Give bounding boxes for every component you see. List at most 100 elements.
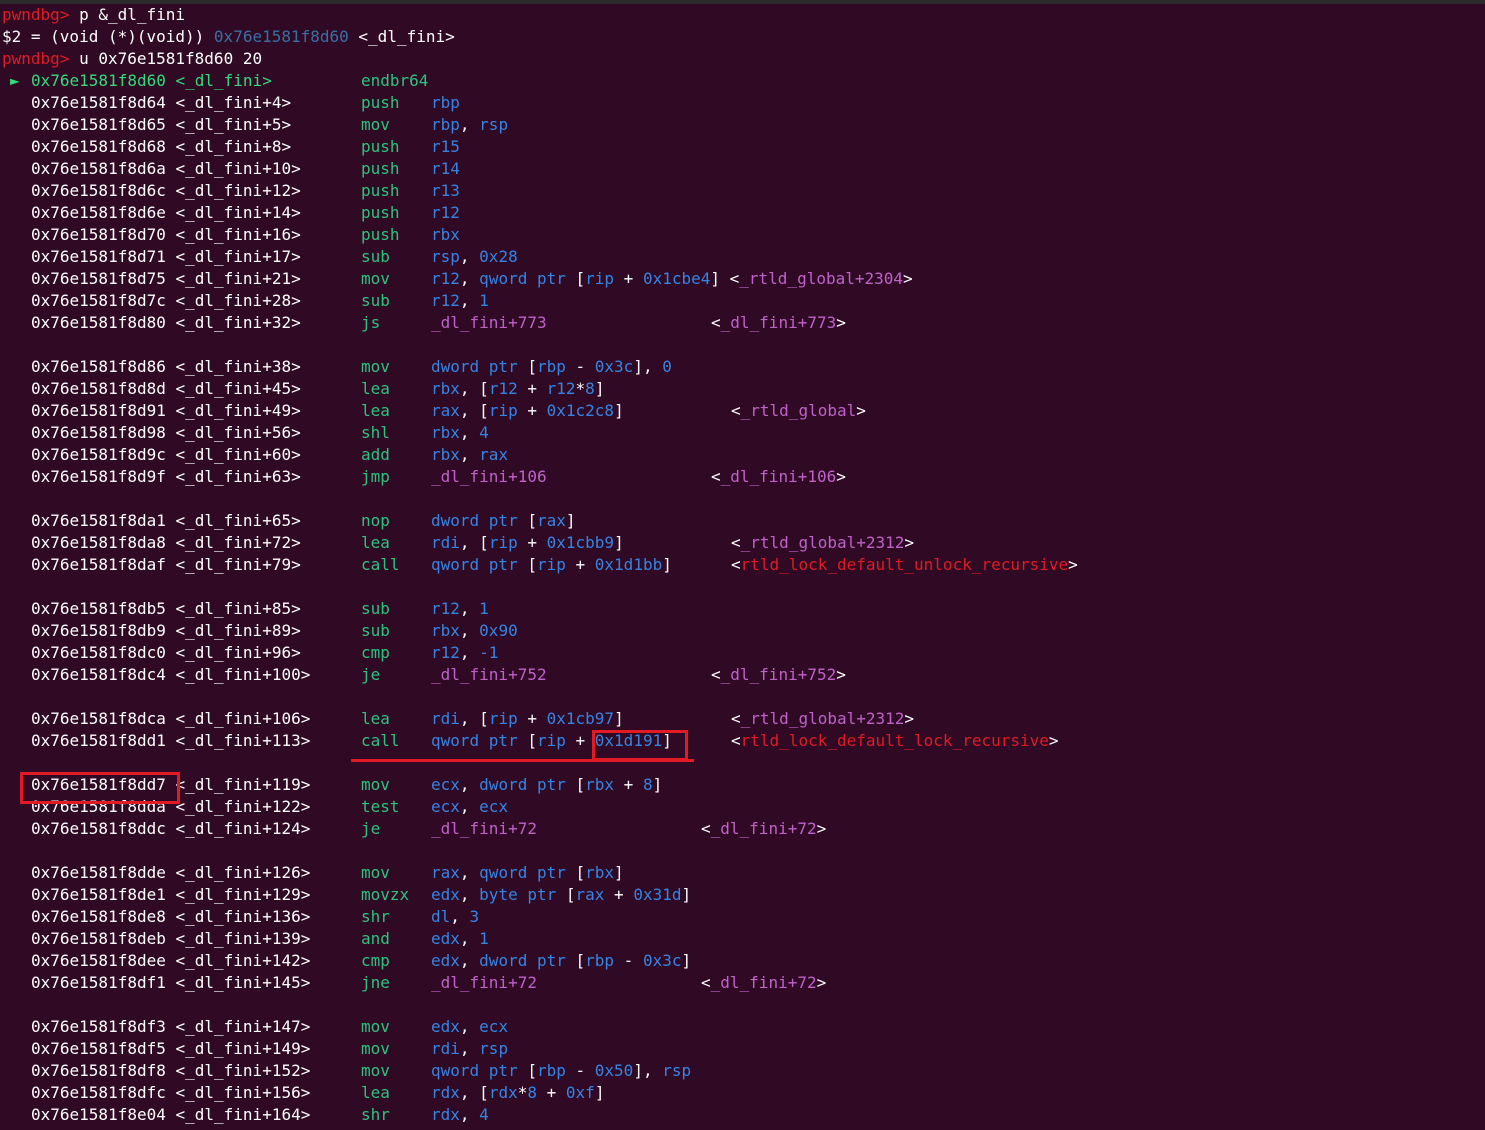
operand-token: , — [459, 621, 480, 640]
operand-token: rip — [488, 709, 518, 728]
instruction-mnemonic: lea — [361, 401, 390, 420]
instruction-row: 0x76e1581f8dd7 <_dl_fini+119> mov ecx, dwo… — [2, 774, 1482, 796]
operand-token: _dl_fini+752 — [431, 665, 547, 684]
operand-token: + — [604, 885, 634, 904]
operand-token: , — [459, 775, 480, 794]
instruction-annotation: <_rtld_global+2304> — [720, 268, 913, 290]
operand-token: edx — [431, 1017, 460, 1036]
operand-token: rdx — [431, 1105, 460, 1124]
operand-token: rdi — [431, 533, 460, 552]
instruction-row: 0x76e1581f8d65 <_dl_fini+5> mov rbp, rsp — [2, 114, 1482, 136]
terminal-output[interactable]: pwndbg> p &_dl_fini $2 = (void (*)(void)… — [2, 4, 1482, 1126]
instruction-address: 0x76e1581f8d71 <_dl_fini+17> — [31, 247, 301, 266]
operand-token: ] — [594, 1083, 605, 1102]
instruction-address: 0x76e1581f8dca <_dl_fini+106> — [31, 709, 311, 728]
operand-token: rax — [575, 885, 605, 904]
operand-token: ], — [633, 1061, 663, 1080]
operand-token: [ — [527, 511, 537, 530]
instruction-mnemonic: cmp — [361, 643, 390, 662]
operand-token: rbx — [431, 225, 460, 244]
annotation-token: _dl_fini+72 — [710, 819, 817, 838]
instruction-row: 0x76e1581f8dee <_dl_fini+142> cmp edx, dwo… — [2, 950, 1482, 972]
annotation-token: < — [711, 665, 721, 684]
instruction-row: 0x76e1581f8dca <_dl_fini+106> lea rdi, [ri… — [2, 708, 1482, 730]
instruction-address: 0x76e1581f8d80 <_dl_fini+32> — [31, 313, 301, 332]
instruction-row: 0x76e1581f8df8 <_dl_fini+152> mov qword pt… — [2, 1060, 1482, 1082]
instruction-address: 0x76e1581f8dc4 <_dl_fini+100> — [31, 665, 311, 684]
instruction-address: 0x76e1581f8d70 <_dl_fini+16> — [31, 225, 301, 244]
instruction-operands: rbp, rsp — [431, 114, 508, 136]
instruction-address: 0x76e1581f8dc0 <_dl_fini+96> — [31, 643, 301, 662]
operand-token: [ — [527, 555, 537, 574]
instruction-address: 0x76e1581f8dd1 <_dl_fini+113> — [31, 731, 311, 750]
instruction-operands: rbp — [431, 92, 460, 114]
operand-token: 4 — [479, 1105, 489, 1124]
annotation-token: rtld_lock_default_lock_recursive — [740, 731, 1049, 750]
instruction-annotation: <_dl_fini+106> — [711, 466, 846, 488]
instruction-address: 0x76e1581f8df1 <_dl_fini+145> — [31, 973, 311, 992]
instruction-annotation: <_rtld_global> — [731, 400, 866, 422]
annotation-token: > — [1048, 731, 1059, 750]
instruction-address: 0x76e1581f8df3 <_dl_fini+147> — [31, 1017, 311, 1036]
operand-token: , — [459, 599, 480, 618]
operand-token: 0x1cbb9 — [546, 533, 615, 552]
annotation-token: _rtld_global — [740, 401, 857, 420]
operand-token: , — [459, 797, 480, 816]
print-result-symbol: <_dl_fini> — [348, 27, 455, 46]
annotation-token: _dl_fini+773 — [720, 313, 837, 332]
annotation-token: > — [816, 973, 827, 992]
print-result-address: 0x76e1581f8d60 — [213, 27, 349, 46]
instruction-mnemonic: mov — [361, 1061, 390, 1080]
operand-token: + — [565, 731, 595, 750]
annotation-token: < — [731, 533, 741, 552]
operand-token: , [ — [459, 709, 489, 728]
instruction-row: 0x76e1581f8d8d <_dl_fini+45> lea rbx, [r12… — [2, 378, 1482, 400]
operand-token: r12 — [488, 379, 518, 398]
instruction-mnemonic: endbr64 — [361, 71, 429, 90]
operand-token: dword ptr — [431, 511, 528, 530]
annotation-token: > — [836, 467, 846, 486]
instruction-row: 0x76e1581f8dde <_dl_fini+126> mov rax, qwo… — [2, 862, 1482, 884]
operand-token: rbp — [536, 1061, 566, 1080]
operand-token: rbp — [431, 115, 460, 134]
instruction-address: 0x76e1581f8d75 <_dl_fini+21> — [31, 269, 301, 288]
annotation-token: < — [711, 313, 721, 332]
annotation-token: > — [904, 533, 915, 552]
instruction-mnemonic: mov — [361, 357, 390, 376]
operand-token: rdi — [431, 709, 460, 728]
operand-token: ecx — [479, 1017, 509, 1036]
instruction-operands: rbx, 4 — [431, 422, 489, 444]
instruction-mnemonic: movzx — [361, 885, 410, 904]
operand-token: * — [517, 1083, 528, 1102]
annotation-token: > — [816, 819, 827, 838]
annotation-token: < — [731, 731, 741, 750]
instruction-annotation: <rtld_lock_default_unlock_recursive> — [731, 554, 1078, 576]
instruction-row: 0x76e1581f8d70 <_dl_fini+16> push rbx — [2, 224, 1482, 246]
annotation-token: > — [904, 709, 915, 728]
operand-token: + — [614, 775, 643, 794]
instruction-mnemonic: add — [361, 445, 390, 464]
operand-token: , — [459, 115, 480, 134]
instruction-operands: dl, 3 — [431, 906, 479, 928]
operand-token: , — [459, 269, 480, 288]
instruction-mnemonic: mov — [361, 1017, 390, 1036]
operand-token: - — [614, 951, 643, 970]
instruction-address: 0x76e1581f8df5 <_dl_fini+149> — [31, 1039, 311, 1058]
instruction-address: 0x76e1581f8d9f <_dl_fini+63> — [31, 467, 301, 486]
instruction-operands: r12, 1 — [431, 290, 489, 312]
operand-token: r12 — [546, 379, 576, 398]
operand-token: [ — [527, 1061, 537, 1080]
instruction-operands: _dl_fini+72 — [431, 972, 537, 994]
operand-token: ] — [565, 511, 576, 530]
instruction-mnemonic: js — [361, 313, 381, 332]
instruction-operands: rbx, [r12 + r12*8] — [431, 378, 604, 400]
instruction-address: 0x76e1581f8ddc <_dl_fini+124> — [31, 819, 311, 838]
operand-token: r12 — [431, 643, 460, 662]
instruction-mnemonic: push — [361, 181, 400, 200]
operand-token: , [ — [459, 401, 489, 420]
operand-token: 8 — [642, 775, 653, 794]
instruction-operands: rbx — [431, 224, 460, 246]
operand-token: qword ptr — [479, 269, 576, 288]
instruction-mnemonic: shr — [361, 907, 390, 926]
